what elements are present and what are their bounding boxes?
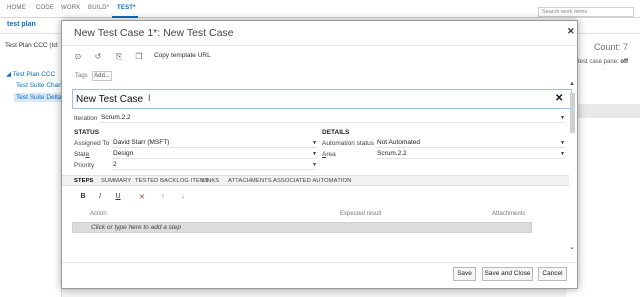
scroll-down-icon[interactable]: ⌄ xyxy=(569,243,575,251)
test-case-count: Count: 7 xyxy=(593,42,628,52)
add-step-row[interactable]: Click or type here to add a step xyxy=(72,222,532,233)
chevron-down-icon: ▼ xyxy=(312,162,317,168)
test-case-pane-toggle[interactable]: test case pane: off xyxy=(578,59,628,65)
new-linked-item-icon[interactable]: ⎘ xyxy=(113,51,125,62)
area-label: Area xyxy=(322,151,336,158)
top-navigation: HOME CODE WORK BUILD* TEST* Search work … xyxy=(0,0,640,18)
save-button[interactable]: Save xyxy=(453,267,476,281)
area-label-text: rea xyxy=(326,151,336,158)
scroll-thumb[interactable] xyxy=(570,93,575,133)
automation-status-select[interactable]: Not Automated ▼ xyxy=(376,139,565,148)
scroll-up-icon[interactable]: ▲ xyxy=(569,81,575,87)
assigned-to-value: David Starr (MSFT) xyxy=(113,139,170,146)
nav-build[interactable]: BUILD* xyxy=(88,5,109,11)
tree-node-label: Test Plan CCC xyxy=(12,71,56,78)
nav-test-suffix: * xyxy=(133,5,136,11)
pane-option-label: test case pane: xyxy=(578,59,619,65)
priority-value: 2 xyxy=(113,161,117,168)
save-and-close-button[interactable]: Save and Close xyxy=(482,267,533,281)
nav-home[interactable]: HOME xyxy=(7,5,26,11)
automation-status-label: Automation status xyxy=(322,140,375,147)
nav-code[interactable]: CODE xyxy=(36,5,54,11)
dialog-title: New Test Case 1*: New Test Case xyxy=(74,27,234,39)
tab-links[interactable]: LINKS xyxy=(202,178,219,184)
tags-label: Tags xyxy=(75,73,88,79)
priority-select[interactable]: 2 ▼ xyxy=(112,161,317,170)
chevron-down-icon: ▼ xyxy=(560,115,565,121)
tab-test-plan[interactable]: test plan xyxy=(7,21,36,28)
area-select[interactable]: Scrum.2.2 ▼ xyxy=(376,150,565,159)
save-icon[interactable]: ⊙ xyxy=(72,51,84,62)
pane-option-value: off xyxy=(620,59,629,65)
title-input[interactable]: New Test Case I ✕ xyxy=(72,89,572,109)
clear-title-icon[interactable]: ✕ xyxy=(555,93,563,104)
tab-summary[interactable]: SUMMARY xyxy=(101,178,131,184)
delete-step-icon[interactable]: ✕ xyxy=(137,193,147,201)
nav-test[interactable]: TEST* xyxy=(117,5,136,11)
copy-icon[interactable]: ❐ xyxy=(133,51,145,62)
dialog-scrollbar[interactable]: ▲ ⌄ xyxy=(569,81,577,256)
move-up-icon[interactable]: ↑ xyxy=(158,193,168,200)
state-label-text: Stat xyxy=(74,151,86,158)
details-header: DETAILS xyxy=(322,129,350,136)
automation-status-value: Not Automated xyxy=(377,139,420,146)
status-header: STATUS xyxy=(74,129,100,136)
state-value: Design xyxy=(113,150,134,157)
tree-node-plan[interactable]: ◢ Test Plan CCC xyxy=(6,70,55,78)
undo-icon[interactable]: ↺ xyxy=(92,51,104,62)
nav-work[interactable]: WORK xyxy=(61,5,80,11)
iteration-label: Iteration xyxy=(74,115,98,122)
nav-test-label: TEST xyxy=(117,5,134,11)
cancel-button[interactable]: Cancel xyxy=(538,267,567,281)
close-icon[interactable]: ✕ xyxy=(567,26,575,37)
priority-label: Priority xyxy=(74,162,95,169)
test-plan-selector[interactable]: Test Plan CCC (Id: 5) xyxy=(5,42,66,49)
left-pane: Test Plan CCC (Id: 5) ◢ Test Plan CCC Te… xyxy=(0,34,72,297)
steps-column-expected-result: Expected result xyxy=(340,211,382,217)
text-cursor-icon: I xyxy=(148,93,151,103)
work-item-tabs: STEPS SUMMARY TESTED BACKLOG ITEMS LINKS… xyxy=(62,175,569,186)
tree-node-suite-charlie[interactable]: Test Suite Charlie xyxy=(16,82,67,89)
copy-template-url-button[interactable]: Copy template URL xyxy=(154,52,211,59)
search-placeholder: Search work items xyxy=(542,9,588,15)
iteration-select[interactable]: Scrum.2.2 ▼ xyxy=(100,114,565,123)
bold-button[interactable]: B xyxy=(78,193,88,200)
toolbar-divider xyxy=(62,45,577,46)
nav-build-suffix: * xyxy=(106,5,110,11)
chevron-down-icon: ▼ xyxy=(312,140,317,146)
assigned-to-select[interactable]: David Starr (MSFT) ▼ xyxy=(112,139,317,148)
underline-button[interactable]: U xyxy=(113,193,123,200)
title-value: New Test Case xyxy=(76,94,144,105)
new-test-case-dialog: New Test Case 1*: New Test Case ✕ ⊙ ↺ ⎘ … xyxy=(61,20,578,289)
tree-expand-icon[interactable]: ◢ xyxy=(6,71,13,78)
iteration-value: Scrum.2.2 xyxy=(101,114,131,121)
tab-steps[interactable]: STEPS xyxy=(74,178,94,184)
assigned-to-label: Assigned To xyxy=(74,140,110,147)
move-down-icon[interactable]: ↓ xyxy=(178,193,188,200)
chevron-down-icon: ▼ xyxy=(560,140,565,146)
search-work-items-input[interactable]: Search work items xyxy=(538,7,634,17)
footer-divider xyxy=(62,262,577,263)
state-label: State xyxy=(74,151,89,158)
tab-associated-automation[interactable]: ASSOCIATED AUTOMATION xyxy=(273,178,351,184)
add-tag-button[interactable]: Add... xyxy=(92,71,112,81)
steps-column-action: Action xyxy=(90,211,107,217)
add-step-placeholder: Click or type here to add a step xyxy=(91,224,181,231)
chevron-down-icon: ▼ xyxy=(312,151,317,157)
area-value: Scrum.2.2 xyxy=(377,150,407,157)
tab-attachments[interactable]: ATTACHMENTS xyxy=(228,178,272,184)
tab-tested-backlog-items[interactable]: TESTED BACKLOG ITEMS xyxy=(135,178,209,184)
state-label-accesskey: e xyxy=(85,151,90,158)
italic-button[interactable]: I xyxy=(95,193,105,200)
chevron-down-icon: ▼ xyxy=(560,151,565,157)
state-select[interactable]: Design ▼ xyxy=(112,150,317,159)
steps-column-attachments: Attachments xyxy=(492,211,526,217)
nav-build-label: BUILD xyxy=(88,5,107,11)
